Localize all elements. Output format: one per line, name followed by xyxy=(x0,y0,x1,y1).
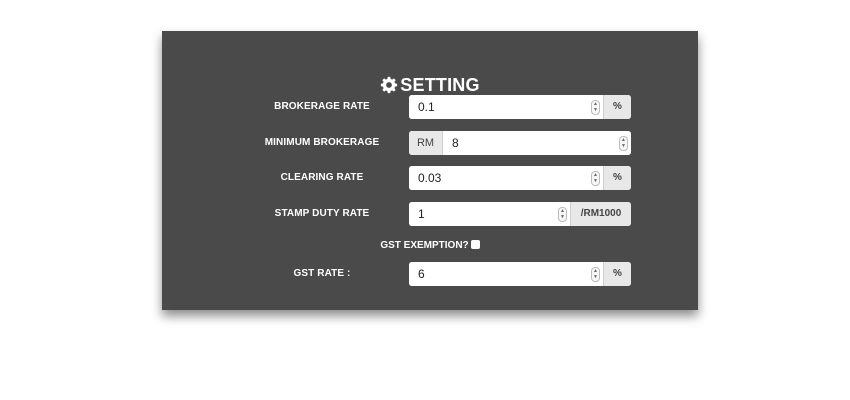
settings-panel: SETTING BROKERAGE RATE 0.1 ▲ ▼ % MINIMUM … xyxy=(162,31,698,310)
minimum-brokerage-value: 8 xyxy=(452,136,459,150)
stamp-duty-rate-suffix: /RM1000 xyxy=(570,202,631,226)
row-minimum-brokerage: MINIMUM BROKERAGE RM 8 ▲ ▼ xyxy=(162,131,698,155)
gst-rate-suffix: % xyxy=(603,262,631,286)
clearing-rate-suffix: % xyxy=(603,166,631,190)
brokerage-rate-value: 0.1 xyxy=(418,100,435,114)
gst-exemption-row: GST EXEMPTION? xyxy=(162,239,698,253)
stamp-duty-rate-input[interactable]: 1 ▲ ▼ xyxy=(409,202,570,226)
brokerage-rate-suffix: % xyxy=(603,95,631,119)
stamp-duty-rate-value: 1 xyxy=(418,207,425,221)
brokerage-rate-label: BROKERAGE RATE xyxy=(274,101,370,112)
gst-rate-value: 6 xyxy=(418,267,425,281)
brokerage-rate-group: 0.1 ▲ ▼ % xyxy=(409,95,631,119)
spinner-icon[interactable]: ▲ ▼ xyxy=(591,100,600,115)
clearing-rate-value: 0.03 xyxy=(418,171,442,185)
spinner-icon[interactable]: ▲ ▼ xyxy=(591,267,600,282)
row-brokerage-rate: BROKERAGE RATE 0.1 ▲ ▼ % xyxy=(162,95,698,119)
brokerage-rate-input[interactable]: 0.1 ▲ ▼ xyxy=(409,95,603,119)
minimum-brokerage-label: MINIMUM BROKERAGE xyxy=(264,137,380,148)
row-stamp-duty-rate: STAMP DUTY RATE 1 ▲ ▼ /RM1000 xyxy=(162,202,698,226)
gst-rate-label: GST RATE : xyxy=(293,268,351,279)
spinner-icon[interactable]: ▲ ▼ xyxy=(558,207,567,222)
gst-exemption-checkbox[interactable] xyxy=(470,240,480,249)
clearing-rate-label: CLEARING RATE xyxy=(280,172,364,183)
spinner-icon[interactable]: ▲ ▼ xyxy=(619,136,628,151)
minimum-brokerage-input[interactable]: 8 ▲ ▼ xyxy=(443,131,631,155)
row-gst-rate: GST RATE : 6 ▲ ▼ % xyxy=(162,262,698,286)
clearing-rate-input[interactable]: 0.03 ▲ ▼ xyxy=(409,166,603,190)
row-clearing-rate: CLEARING RATE 0.03 ▲ ▼ % xyxy=(162,166,698,190)
gst-exemption-label: GST EXEMPTION? xyxy=(380,240,469,251)
minimum-brokerage-prefix: RM xyxy=(409,131,443,155)
stamp-duty-rate-group: 1 ▲ ▼ /RM1000 xyxy=(409,202,631,226)
gst-rate-group: 6 ▲ ▼ % xyxy=(409,262,631,286)
title-text: SETTING xyxy=(400,75,480,95)
spinner-icon[interactable]: ▲ ▼ xyxy=(591,171,600,186)
stamp-duty-rate-label: STAMP DUTY RATE xyxy=(274,208,370,219)
minimum-brokerage-group: RM 8 ▲ ▼ xyxy=(409,131,631,155)
clearing-rate-group: 0.03 ▲ ▼ % xyxy=(409,166,631,190)
gst-rate-input[interactable]: 6 ▲ ▼ xyxy=(409,262,603,286)
